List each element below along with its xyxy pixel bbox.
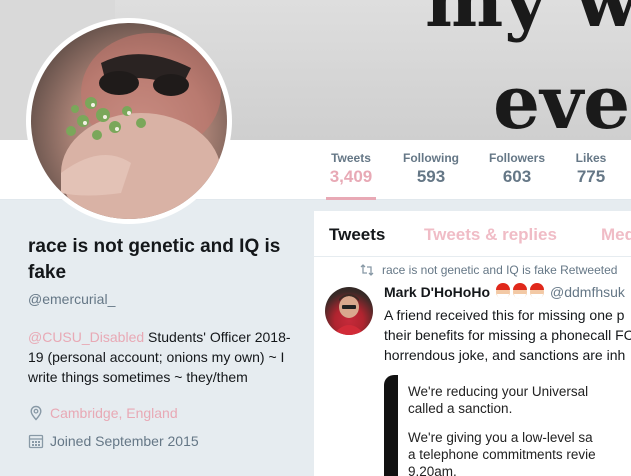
media-text-line: 9.20am. xyxy=(408,464,457,476)
stat-label: Followers xyxy=(488,151,545,165)
profile-bio: @CUSU_Disabled Students' Officer 2018-19… xyxy=(28,327,298,387)
tweet-author-name[interactable]: Mark D'HoHoHo xyxy=(384,284,490,300)
media-text-line: a telephone commitments revie xyxy=(408,447,596,462)
tweet-media-image[interactable]: We're reducing your Universal called a s… xyxy=(384,375,631,476)
profile-handle[interactable]: @emercurial_ xyxy=(28,291,298,307)
media-screenshot: We're reducing your Universal called a s… xyxy=(398,375,631,476)
media-text-line: called a sanction. xyxy=(408,401,513,416)
tweet-author-avatar[interactable] xyxy=(325,287,373,335)
calendar-icon xyxy=(28,434,44,449)
bio-mention-link[interactable]: @CUSU_Disabled xyxy=(28,329,144,345)
stat-value: 603 xyxy=(502,167,532,186)
tweet-author-row: Mark D'HoHoHo @ddmfhsuk xyxy=(384,283,625,300)
join-date-text: Joined September 2015 xyxy=(50,433,199,449)
location-pin-icon xyxy=(30,405,42,421)
timeline-tabs: Tweets Tweets & replies Media xyxy=(314,211,631,257)
santa-emoji-icon xyxy=(530,283,544,299)
stat-tweets[interactable]: Tweets 3,409 xyxy=(326,151,376,200)
retweet-text[interactable]: race is not genetic and IQ is fake Retwe… xyxy=(382,263,617,277)
banner-text-top: my whe xyxy=(425,0,631,44)
media-text-line: We're giving you a low-level sa xyxy=(408,430,593,445)
media-paragraph: We're giving you a low-level sa a teleph… xyxy=(408,429,631,476)
profile-join-date: Joined September 2015 xyxy=(28,433,298,449)
stat-following[interactable]: Following 593 xyxy=(403,151,459,187)
stat-label: Likes xyxy=(575,151,607,165)
stat-likes[interactable]: Likes 775 xyxy=(573,151,609,187)
tweet-body: A friend received this for missing one p… xyxy=(384,305,631,365)
profile-sidebar: race is not genetic and IQ is fake @emer… xyxy=(28,234,298,449)
avatar-illustration xyxy=(61,33,221,219)
location-link[interactable]: Cambridge, England xyxy=(50,405,178,421)
banner-text-bottom: everyt xyxy=(493,60,631,140)
tab-tweets[interactable]: Tweets xyxy=(329,225,385,245)
stat-label: Tweets xyxy=(331,151,371,165)
santa-emoji-icon xyxy=(496,283,510,299)
media-text-line: We're reducing your Universal xyxy=(408,384,589,399)
tweet-text-line: A friend received this for missing one p xyxy=(384,307,625,323)
tweet-text-line: their benefits for missing a phonecall F… xyxy=(384,327,631,343)
stat-value: 3,409 xyxy=(329,167,373,186)
santa-emoji-icon xyxy=(513,283,527,299)
retweet-icon xyxy=(360,264,374,276)
stat-value: 775 xyxy=(576,167,606,186)
author-avatar-illustration xyxy=(333,294,365,335)
tweet-author-handle[interactable]: @ddmfhsuk xyxy=(550,284,625,300)
avatar-photo xyxy=(31,23,227,219)
tab-media[interactable]: Media xyxy=(601,225,631,245)
tab-tweets-and-replies[interactable]: Tweets & replies xyxy=(424,225,557,245)
retweet-context: race is not genetic and IQ is fake Retwe… xyxy=(360,263,617,277)
profile-location: Cambridge, England xyxy=(28,405,298,421)
media-paragraph: We're reducing your Universal called a s… xyxy=(408,383,631,417)
tweet-text-line: horrendous joke, and sanctions are inh xyxy=(384,347,626,363)
stat-followers[interactable]: Followers 603 xyxy=(488,151,546,187)
stat-value: 593 xyxy=(416,167,446,186)
profile-avatar[interactable] xyxy=(26,18,232,224)
stat-label: Following xyxy=(403,151,459,165)
profile-name[interactable]: race is not genetic and IQ is fake xyxy=(28,234,298,286)
tweet-timeline: Tweets Tweets & replies Media race is no… xyxy=(314,211,631,476)
